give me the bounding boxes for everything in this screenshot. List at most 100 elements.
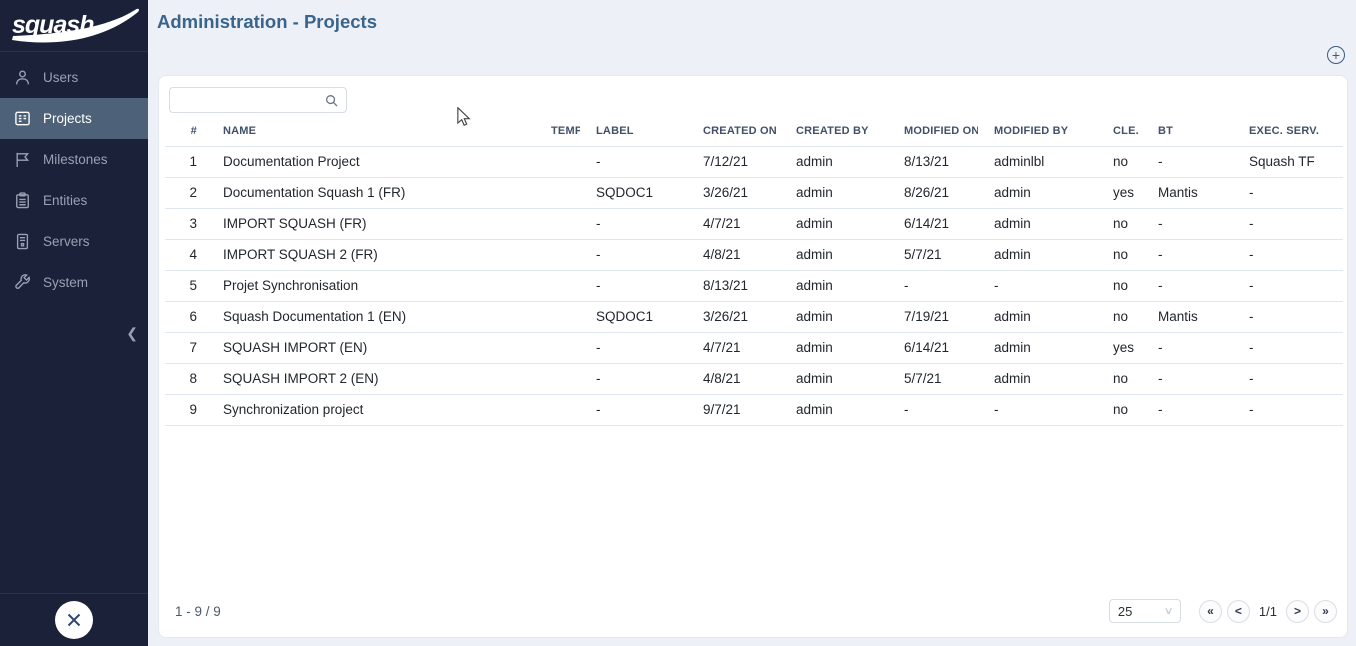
column-header-modified-by[interactable]: MODIFIED BY — [978, 116, 1097, 146]
sidebar-item-entities[interactable]: Entities — [0, 180, 148, 221]
first-page-button[interactable]: « — [1199, 600, 1222, 623]
sidebar-collapse-button[interactable]: ❮ — [122, 322, 142, 344]
sidebar-item-system[interactable]: System — [0, 262, 148, 303]
search-input[interactable] — [170, 93, 325, 108]
sidebar-item-label: Milestones — [43, 152, 108, 167]
table-row[interactable]: 9Synchronization project-9/7/21admin--no… — [165, 394, 1343, 425]
table-row[interactable]: 8SQUASH IMPORT 2 (EN)-4/8/21admin5/7/21a… — [165, 363, 1343, 394]
table-cell: admin — [780, 394, 888, 425]
column-header-exec-serv[interactable]: EXEC. SERV. — [1233, 116, 1343, 146]
column-header-index[interactable]: # — [165, 116, 207, 146]
table-cell: 4/8/21 — [687, 239, 780, 270]
last-page-button[interactable]: » — [1314, 600, 1337, 623]
table-cell: admin — [978, 239, 1097, 270]
table-cell: - — [888, 270, 978, 301]
table-cell: - — [1233, 177, 1343, 208]
sidebar: squash Users Projects Milestones — [0, 0, 148, 646]
app-logo[interactable]: squash — [0, 0, 148, 52]
table-cell: - — [1142, 208, 1233, 239]
projects-icon — [14, 110, 31, 127]
table-cell: admin — [978, 208, 1097, 239]
chevron-down-icon: ∨ — [1163, 606, 1173, 617]
table-cell: - — [1142, 363, 1233, 394]
result-range-label: 1 - 9 / 9 — [175, 604, 221, 619]
table-cell: Mantis — [1142, 177, 1233, 208]
table-cell: - — [580, 332, 687, 363]
table-cell: - — [1142, 239, 1233, 270]
table-row[interactable]: 1Documentation Project-7/12/21admin8/13/… — [165, 146, 1343, 177]
sidebar-nav: Users Projects Milestones Entities — [0, 52, 148, 303]
table-cell — [535, 146, 580, 177]
page-size-value: 25 — [1118, 604, 1132, 619]
column-header-bt[interactable]: BT — [1142, 116, 1233, 146]
table-cell: admin — [978, 177, 1097, 208]
table-cell: yes — [1097, 177, 1142, 208]
column-header-cle[interactable]: CLE. — [1097, 116, 1142, 146]
table-cell: - — [1233, 363, 1343, 394]
table-cell: admin — [780, 239, 888, 270]
table-cell: - — [1233, 270, 1343, 301]
clipboard-icon — [14, 192, 31, 209]
table-cell — [535, 301, 580, 332]
table-cell — [535, 208, 580, 239]
table-cell: 8/13/21 — [888, 146, 978, 177]
table-row[interactable]: 4IMPORT SQUASH 2 (FR)-4/8/21admin5/7/21a… — [165, 239, 1343, 270]
logo-text: squash — [12, 11, 94, 39]
table-cell — [535, 332, 580, 363]
table-row[interactable]: 6Squash Documentation 1 (EN)SQDOC13/26/2… — [165, 301, 1343, 332]
column-header-name[interactable]: NAME — [207, 116, 535, 146]
table-cell: admin — [780, 332, 888, 363]
previous-page-button[interactable]: < — [1227, 600, 1250, 623]
sidebar-item-label: Servers — [43, 234, 90, 249]
table-cell: admin — [978, 363, 1097, 394]
wrench-icon — [14, 274, 31, 291]
table-cell: IMPORT SQUASH 2 (FR) — [207, 239, 535, 270]
table-row[interactable]: 5Projet Synchronisation-8/13/21admin--no… — [165, 270, 1343, 301]
table-cell — [535, 239, 580, 270]
table-body: 1Documentation Project-7/12/21admin8/13/… — [165, 146, 1343, 425]
page-title: Administration - Projects — [157, 11, 377, 33]
sidebar-item-users[interactable]: Users — [0, 57, 148, 98]
column-header-created-by[interactable]: CREATED BY — [780, 116, 888, 146]
table-cell: no — [1097, 270, 1142, 301]
table-row[interactable]: 2Documentation Squash 1 (FR)SQDOC13/26/2… — [165, 177, 1343, 208]
table-cell: 8/13/21 — [687, 270, 780, 301]
table-cell: - — [580, 208, 687, 239]
page-size-select[interactable]: 25 ∨ — [1109, 599, 1181, 623]
add-project-button[interactable]: + — [1327, 46, 1345, 64]
table-cell: no — [1097, 239, 1142, 270]
table-cell: admin — [780, 301, 888, 332]
next-page-button[interactable]: > — [1286, 600, 1309, 623]
table-cell: 8/26/21 — [888, 177, 978, 208]
sidebar-item-servers[interactable]: Servers — [0, 221, 148, 262]
table-row[interactable]: 7SQUASH IMPORT (EN)-4/7/21admin6/14/21ad… — [165, 332, 1343, 363]
table-cell: no — [1097, 301, 1142, 332]
table-row[interactable]: 3IMPORT SQUASH (FR)-4/7/21admin6/14/21ad… — [165, 208, 1343, 239]
table-cell: 4/8/21 — [687, 363, 780, 394]
table-cell: - — [1233, 332, 1343, 363]
sidebar-item-projects[interactable]: Projects — [0, 98, 148, 139]
table-cell: no — [1097, 208, 1142, 239]
table-cell: Documentation Squash 1 (FR) — [207, 177, 535, 208]
column-header-template[interactable]: TEMPL. — [535, 116, 580, 146]
table-cell: - — [580, 363, 687, 394]
close-admin-button[interactable] — [55, 601, 93, 639]
table-cell: 3/26/21 — [687, 301, 780, 332]
table-cell: admin — [780, 146, 888, 177]
user-icon — [14, 69, 31, 86]
table-footer: 1 - 9 / 9 25 ∨ « < 1/1 > » — [175, 593, 1337, 629]
column-header-created-on[interactable]: CREATED ON — [687, 116, 780, 146]
column-header-modified-on[interactable]: MODIFIED ON — [888, 116, 978, 146]
column-header-label[interactable]: LABEL — [580, 116, 687, 146]
table-cell: no — [1097, 146, 1142, 177]
table-cell: - — [580, 394, 687, 425]
table-cell: admin — [780, 363, 888, 394]
search-box — [169, 87, 347, 113]
projects-table: # NAME TEMPL. LABEL CREATED ON CREATED B… — [165, 116, 1343, 426]
table-cell: 9/7/21 — [687, 394, 780, 425]
sidebar-item-milestones[interactable]: Milestones — [0, 139, 148, 180]
search-icon[interactable] — [325, 94, 338, 107]
sidebar-item-label: Entities — [43, 193, 87, 208]
table-cell: - — [978, 270, 1097, 301]
table-cell: 6/14/21 — [888, 332, 978, 363]
